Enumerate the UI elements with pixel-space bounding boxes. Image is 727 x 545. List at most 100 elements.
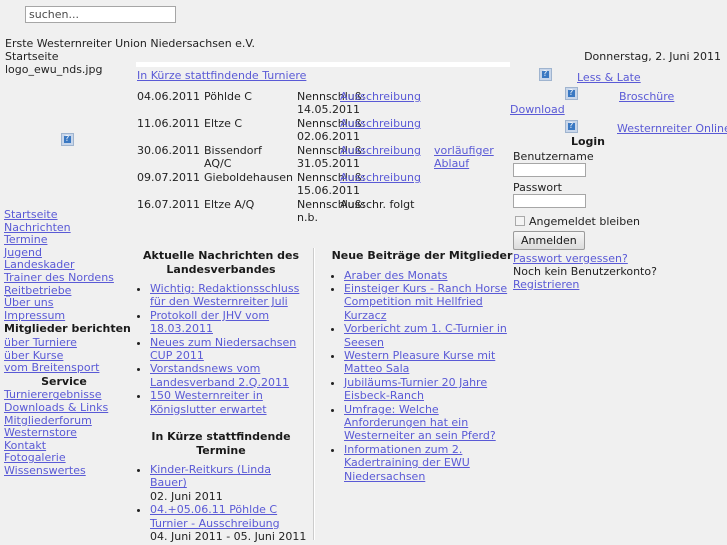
member-post-link[interactable]: Vorbericht zum 1. C-Turnier in Seesen <box>344 322 507 348</box>
tournament-document-link[interactable]: Ausschreibung <box>340 171 421 184</box>
sidebar-item-label[interactable]: Fotogalerie <box>4 451 66 464</box>
sidebar-item-label[interactable]: Mitgliederforum <box>4 414 92 427</box>
password-field-wrap <box>513 194 586 208</box>
content-top-bar <box>136 62 510 67</box>
tournament-document-link[interactable]: Ausschreibung <box>340 144 421 157</box>
sidebar-item-label[interactable]: Westernstore <box>4 426 77 439</box>
list-item[interactable]: Protokoll der JHV vom 18.03.2011 <box>150 309 310 336</box>
banner-link-less-and-late[interactable]: Less & Late <box>577 71 641 84</box>
password-input[interactable] <box>513 194 586 208</box>
sidebar-item-vom-breitensport[interactable]: vom Breitensport <box>4 361 124 375</box>
news-link[interactable]: Wichtig: Redaktionsschluss für den Weste… <box>150 282 299 308</box>
banner-image-2-broken-icon <box>565 87 578 100</box>
logo-image-alt-text: logo_ewu_nds.jpg <box>5 63 103 76</box>
sidebar-item-label[interactable]: Startseite <box>4 208 58 221</box>
sidebar-item-label[interactable]: Turnierergebnisse <box>4 388 102 402</box>
list-item[interactable]: 150 Westernreiter in Königslutter erwart… <box>150 389 310 416</box>
download-link[interactable]: Download <box>510 103 565 116</box>
sidebar-item-label[interactable]: Impressum <box>4 309 65 322</box>
news-left-list: Wichtig: Redaktionsschluss für den Weste… <box>132 282 310 416</box>
member-post-link[interactable]: Informationen zum 2. Kadertraining der E… <box>344 443 470 483</box>
sidebar-item-label[interactable]: über Kurse <box>4 349 63 362</box>
banner-link-westernreiter-online[interactable]: Westernreiter Online <box>617 122 727 135</box>
sidebar-navigation: Startseite Nachrichten Termine Jugend La… <box>4 208 131 478</box>
login-button-row: Anmelden <box>513 231 585 250</box>
sidebar-item-label[interactable]: Nachrichten <box>4 221 71 234</box>
sidebar-item-label[interactable]: Wissenswertes <box>4 464 86 477</box>
sidebar-group-header-service: Service <box>41 374 87 388</box>
broken-image-placeholder-icon <box>61 132 74 146</box>
member-post-link[interactable]: Einsteiger Kurs - Ranch Horse Competitio… <box>344 282 507 322</box>
tournament-document-link[interactable]: Ausschreibung <box>340 90 421 103</box>
column-divider-highlight <box>314 248 315 540</box>
register-link[interactable]: Registrieren <box>513 278 579 291</box>
forgot-password-link-wrap[interactable]: Passwort vergessen? <box>513 252 628 265</box>
username-label: Benutzername <box>513 150 594 163</box>
event-link[interactable]: 04.+05.06.11 Pöhlde C Turnier - Ausschre… <box>150 503 280 529</box>
table-row: 11.06.2011 Eltze C Nennschluß: 02.06.2011… <box>137 117 517 144</box>
news-link[interactable]: Neues zum Niedersachsen CUP 2011 <box>150 336 296 362</box>
forgot-password-link[interactable]: Passwort vergessen? <box>513 252 628 265</box>
list-item[interactable]: 04.+05.06.11 Pöhlde C Turnier - Ausschre… <box>150 503 310 543</box>
tournaments-table: 04.06.2011 Pöhlde C Nennschluß: 14.05.201… <box>137 90 517 225</box>
tournament-schedule-link[interactable]: vorläufiger Ablauf <box>434 144 504 170</box>
sidebar-item-label[interactable]: Jugend <box>4 246 42 259</box>
banner-image-3-broken-icon <box>565 120 578 133</box>
news-right-heading: Neue Beiträge der Mitglieder <box>331 249 513 262</box>
banner-link-broschuere[interactable]: Broschüre <box>619 90 674 103</box>
member-post-link[interactable]: Araber des Monats <box>344 269 448 282</box>
list-item[interactable]: Vorstandsnews vom Landesverband 2.Q.2011 <box>150 362 310 389</box>
event-link[interactable]: Kinder-Reitkurs (Linda Bauer) <box>150 463 271 489</box>
list-item[interactable]: Einsteiger Kurs - Ranch Horse Competitio… <box>344 282 518 322</box>
sidebar-item-label[interactable]: Über uns <box>4 296 54 309</box>
organization-name: Erste Westernreiter Union Niedersachsen … <box>5 37 256 50</box>
news-link[interactable]: 150 Westernreiter in Königslutter erwart… <box>150 389 267 415</box>
member-post-link[interactable]: Jubiläums-Turnier 20 Jahre Eisbeck-Ranch <box>344 376 487 402</box>
list-item[interactable]: Araber des Monats <box>344 269 518 282</box>
event-date: 04. Juni 2011 - 05. Juni 2011 <box>150 530 307 544</box>
search-box <box>25 6 176 23</box>
sidebar-item-label[interactable]: Kontakt <box>4 439 46 452</box>
list-item[interactable]: Vorbericht zum 1. C-Turnier in Seesen <box>344 322 518 349</box>
sidebar-item-label[interactable]: Reitbetriebe <box>4 284 71 297</box>
tournament-place: Eltze A/Q <box>204 198 255 211</box>
tournament-date: 16.07.2011 <box>137 198 200 211</box>
sidebar-item-label[interactable]: Downloads & Links <box>4 401 108 414</box>
list-item[interactable]: Western Pleasure Kurse mit Matteo Sala <box>344 349 518 376</box>
news-link[interactable]: Vorstandsnews vom Landesverband 2.Q.2011 <box>150 362 289 388</box>
sidebar-item-label[interactable]: Termine <box>4 233 47 246</box>
username-input[interactable] <box>513 163 586 177</box>
password-label: Passwort <box>513 181 562 194</box>
remember-me-checkbox[interactable] <box>515 216 525 226</box>
list-item[interactable]: Jubiläums-Turnier 20 Jahre Eisbeck-Ranch <box>344 376 518 403</box>
deadline-date: 15.06.2011 <box>297 184 360 197</box>
member-post-link[interactable]: Western Pleasure Kurse mit Matteo Sala <box>344 349 495 375</box>
search-input[interactable] <box>25 6 176 23</box>
banner-image-1-broken-icon <box>539 68 552 81</box>
news-link[interactable]: Protokoll der JHV vom 18.03.2011 <box>150 309 269 335</box>
sidebar-item-label[interactable]: über Turniere <box>4 336 77 349</box>
list-item[interactable]: Neues zum Niedersachsen CUP 2011 <box>150 336 310 363</box>
member-post-link[interactable]: Umfrage: Welche Anforderungen hat ein We… <box>344 403 496 443</box>
tournament-place: Bissendorf AQ/C <box>204 144 262 170</box>
page-root: Erste Westernreiter Union Niedersachsen … <box>0 0 727 545</box>
remember-me-row[interactable]: Angemeldet bleiben <box>515 215 640 228</box>
upcoming-tournaments-heading-label[interactable]: In Kürze stattfindende Turniere <box>137 69 306 82</box>
deadline-date: n.b. <box>297 211 318 224</box>
sidebar-item-impressum[interactable]: Impressum <box>4 309 124 323</box>
list-item[interactable]: Kinder-Reitkurs (Linda Bauer) 02. Juni 2… <box>150 463 310 503</box>
sidebar-item-label[interactable]: Trainer des Nordens <box>4 271 114 284</box>
list-item[interactable]: Wichtig: Redaktionsschluss für den Weste… <box>150 282 310 309</box>
tournament-document-link[interactable]: Ausschreibung <box>340 117 421 130</box>
sidebar-item-wissenswertes[interactable]: Wissenswertes <box>4 464 124 478</box>
sidebar-item-label[interactable]: vom Breitensport <box>4 361 99 374</box>
broken-image-icon <box>61 132 74 146</box>
upcoming-tournaments-heading-link[interactable]: In Kürze stattfindende Turniere <box>137 69 306 82</box>
list-item[interactable]: Informationen zum 2. Kadertraining der E… <box>344 443 518 483</box>
register-link-wrap[interactable]: Registrieren <box>513 278 579 291</box>
login-submit-button[interactable]: Anmelden <box>513 231 585 250</box>
list-item[interactable]: Umfrage: Welche Anforderungen hat ein We… <box>344 403 518 443</box>
sidebar-item-label[interactable]: Landeskader <box>4 258 75 272</box>
tournament-date: 09.07.2011 <box>137 171 200 184</box>
table-row: 16.07.2011 Eltze A/Q Nennschluß: n.b. Aus… <box>137 198 517 225</box>
